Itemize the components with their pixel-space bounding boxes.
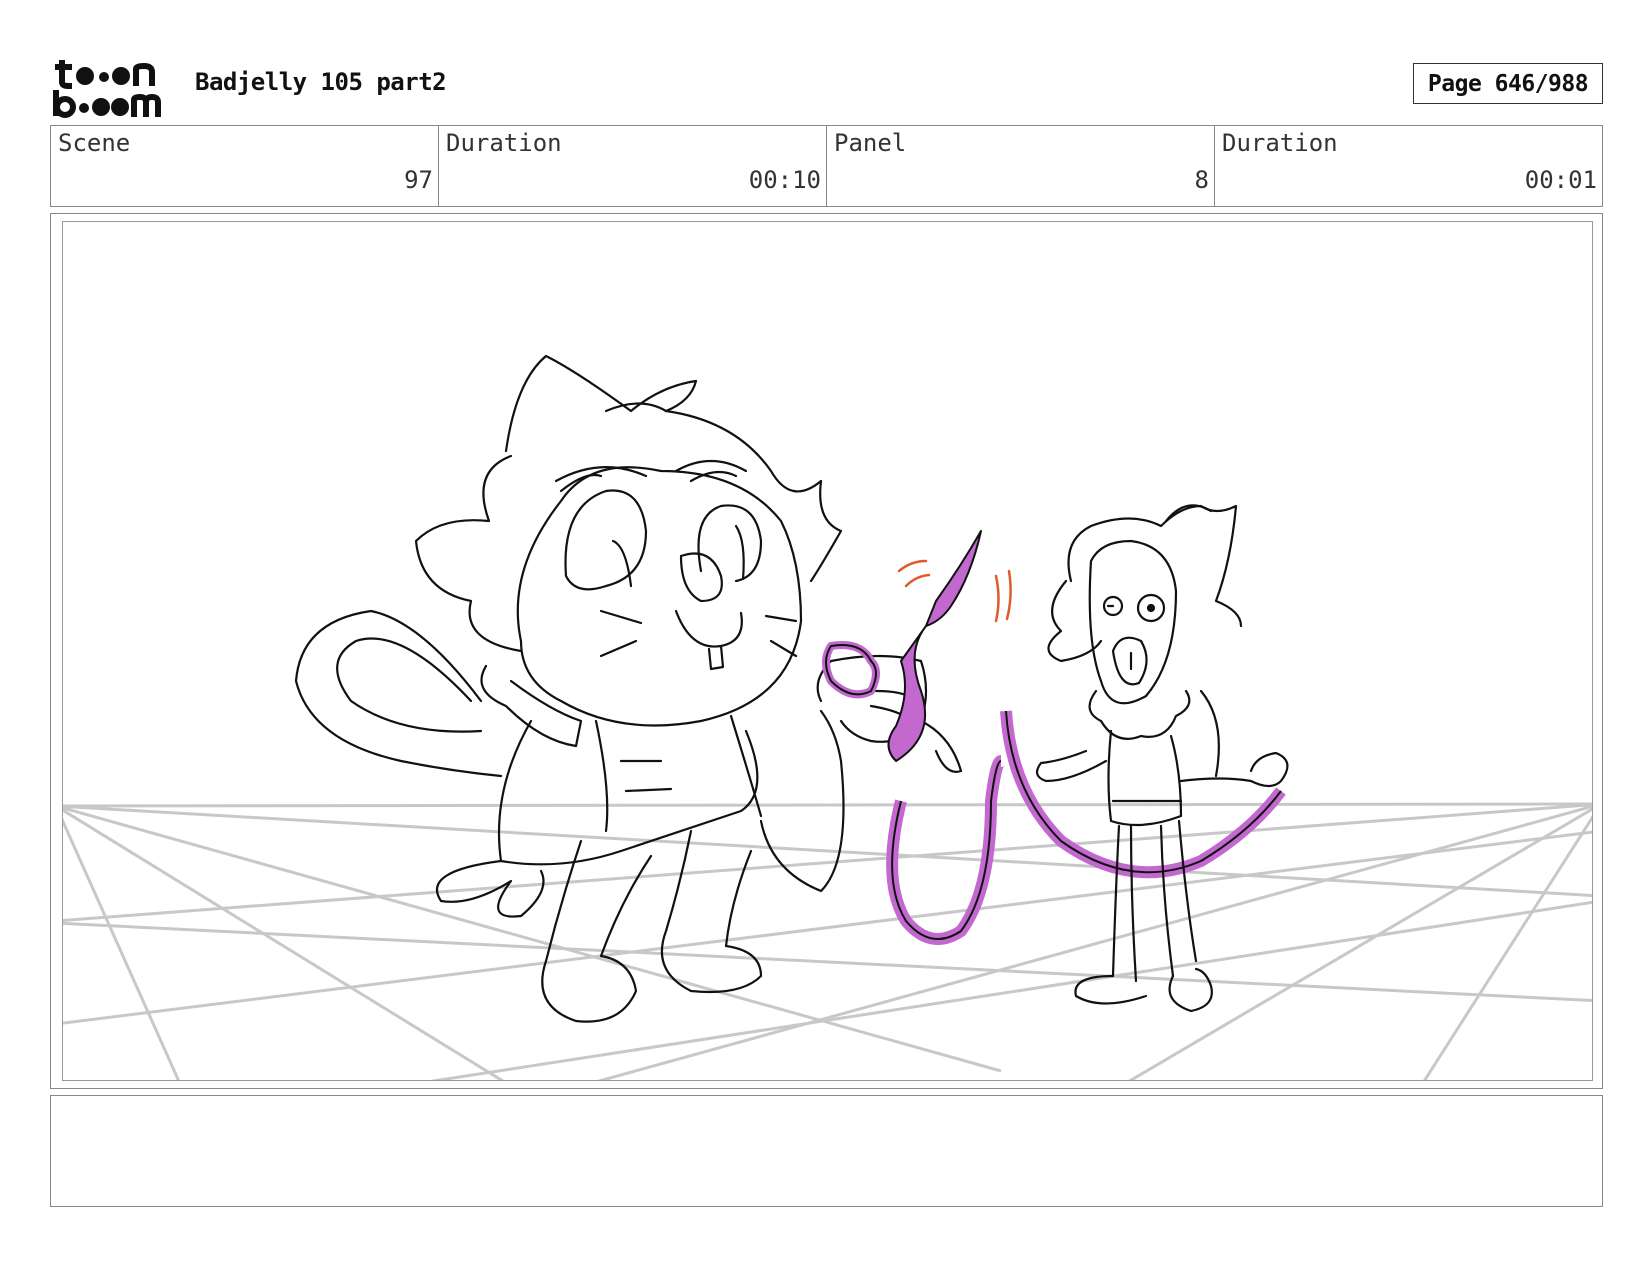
perspective-grid [63,802,1592,1080]
panel-notes-box [50,1095,1603,1207]
panel-cell: Panel 8 [827,126,1215,206]
toon-boom-logo-icon [53,60,161,118]
panel-duration-value: 00:01 [1524,166,1597,194]
panel-duration-cell: Duration 00:01 [1215,126,1602,206]
scene-label: Scene [58,129,131,157]
panel-value: 8 [1194,166,1209,194]
scene-cell: Scene 97 [51,126,439,206]
scene-duration-value: 00:10 [748,166,821,194]
storyboard-sketch-icon [63,354,1592,1080]
scene-duration-cell: Duration 00:10 [439,126,827,206]
project-title: Badjelly 105 part2 [195,68,447,96]
scissors-sketch [822,530,982,762]
panel-duration-label: Duration [1222,129,1338,157]
panel-drawing-area [62,221,1593,1081]
scene-duration-label: Duration [446,129,562,157]
page-indicator: Page 646/988 [1413,63,1603,104]
panel-label: Panel [834,129,907,157]
big-character-sketch [294,354,963,1023]
panel-info-row: Scene 97 Duration 00:10 Panel 8 Duration… [50,125,1603,207]
scene-value: 97 [404,166,433,194]
small-character-sketch [1035,504,1289,1013]
